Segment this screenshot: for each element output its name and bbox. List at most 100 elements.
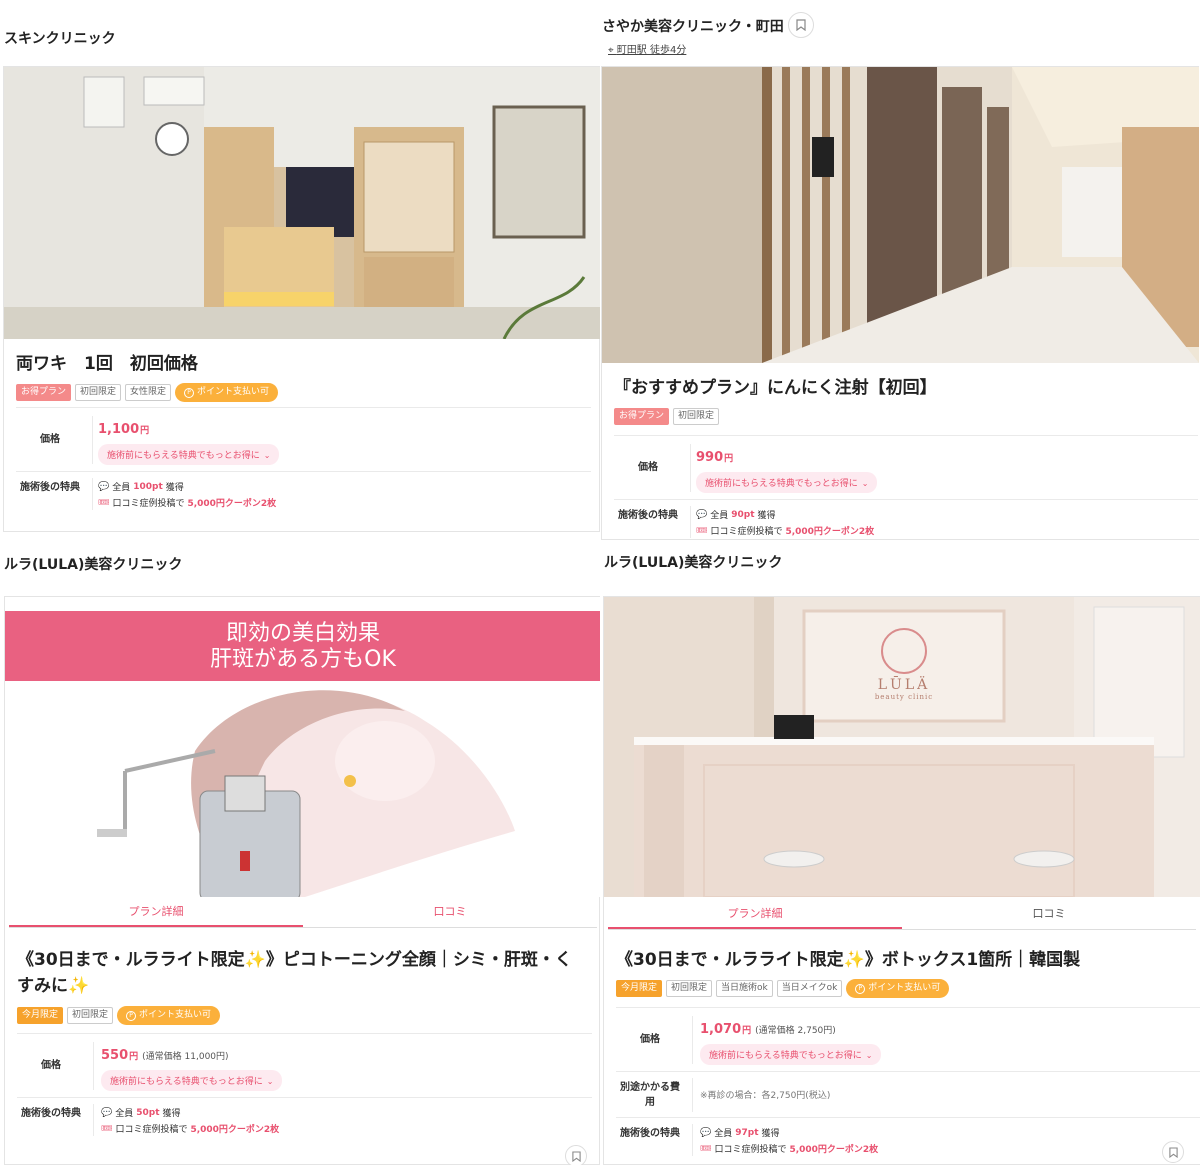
perk-dropdown-button[interactable]: 施術前にもらえる特典でもっとお得に ⌄: [696, 472, 878, 493]
points-value: 100pt: [133, 481, 163, 492]
after-label: 施術後の特典: [21, 1108, 81, 1119]
coupon-prefix: 口コミ症例投稿で: [710, 527, 783, 537]
chat-icon: 💬: [98, 481, 110, 492]
bookmark-button[interactable]: [565, 1145, 587, 1165]
price-label: 価格: [640, 1034, 660, 1045]
bookmark-icon: [571, 1150, 581, 1162]
after-label: 施術後の特典: [20, 482, 80, 493]
divider: [692, 1124, 693, 1156]
coupon-value: 5,000円クーポン2枚: [785, 527, 875, 537]
points-prefix: 全員: [710, 511, 729, 521]
price-label: 価格: [40, 434, 60, 445]
price-row: 価格 550円 (通常価格 11,000円) 施術前にもらえる特典でもっとお得に ⌄: [17, 1033, 592, 1097]
logo-subtext: beauty clinic: [874, 693, 934, 701]
extra-cost-row: 別途かかる費用 ※再診の場合：各2,750円(税込): [616, 1071, 1200, 1117]
after-label: 施術後の特典: [618, 510, 678, 521]
point-payment-tag: P ポイント支払い可: [846, 979, 950, 998]
point-icon: P: [126, 1010, 137, 1021]
extra-cost-label: 別途かかる費用: [620, 1082, 680, 1108]
points-prefix: 全員: [115, 1109, 134, 1119]
divider: [690, 506, 691, 538]
bookmark-icon: [1168, 1146, 1178, 1158]
price-label: 価格: [638, 462, 658, 473]
points-prefix: 全員: [112, 483, 131, 493]
after-perk-row: 施術後の特典 💬 全員 97pt 獲得 🎟 口コミ症例投稿で 5,000円クーポン2枚: [616, 1117, 1200, 1163]
perk-dropdown-button[interactable]: 施術前にもらえる特典でもっとお得に ⌄: [101, 1070, 283, 1091]
price-row: 価格 1,070円 (通常価格 2,750円) 施術前にもらえる特典でもっとお得に…: [616, 1007, 1200, 1071]
points-line: 💬 全員 90pt 獲得: [696, 508, 776, 522]
divider: [692, 1016, 693, 1064]
point-tag-label: ポイント支払い可: [868, 983, 941, 993]
clinic-panel-3: ルラ(LULA)美容クリニック 即効の美白効果 肝斑がある方もOK プラン詳細 …: [0, 540, 600, 1165]
plan-card[interactable]: LŪLÄ beauty clinic プラン詳細 口コミ 《30日まで・ルラライ…: [603, 596, 1200, 1165]
clinic-name[interactable]: ルラ(LULA)美容クリニック: [604, 552, 782, 572]
coupon-line: 🎟 口コミ症例投稿で 5,000円クーポン2枚: [101, 1122, 280, 1136]
plan-tags: 今月限定 初回限定 P ポイント支払い可: [17, 1006, 221, 1025]
price-label: 価格: [41, 1060, 61, 1071]
yen-unit: 円: [724, 454, 734, 464]
tag: 初回限定: [666, 980, 713, 997]
coupon-value: 5,000円クーポン2枚: [190, 1125, 280, 1135]
bookmark-button[interactable]: [1162, 1141, 1184, 1163]
chevron-down-icon: ⌄: [266, 1077, 274, 1086]
plan-card[interactable]: 両ワキ 1回 初回価格 お得プラン 初回限定 女性限定 P ポイント支払い可 価格…: [3, 66, 600, 532]
plan-title[interactable]: 『おすすめプラン』にんにく注射【初回】: [614, 375, 937, 401]
bookmark-button[interactable]: [788, 12, 814, 38]
tab-reviews[interactable]: 口コミ: [303, 903, 597, 927]
tab-plan-details[interactable]: プラン詳細: [9, 903, 303, 927]
perk-label: 施術前にもらえる特典でもっとお得に: [107, 451, 260, 461]
yen-unit: 円: [140, 426, 150, 436]
promo-headline: 即効の美白効果 肝斑がある方もOK: [5, 621, 600, 673]
point-icon: P: [855, 983, 866, 994]
price-row: 価格 990円 施術前にもらえる特典でもっとお得に ⌄: [614, 435, 1198, 499]
clinic-name[interactable]: ルラ(LULA)美容クリニック: [4, 554, 182, 574]
clinic-name[interactable]: さやか美容クリニック・町田: [602, 16, 784, 36]
tag: 初回限定: [75, 384, 122, 401]
coupon-line: 🎟 口コミ症例投稿で 5,000円クーポン2枚: [98, 496, 277, 510]
after-perk-row: 施術後の特典 💬 全員 90pt 獲得 🎟 口コミ症例投稿で 5,000円クーポン2枚: [614, 499, 1198, 539]
points-line: 💬 全員 50pt 獲得: [101, 1106, 181, 1120]
tag: 女性限定: [125, 384, 172, 401]
price-value: 990円: [696, 450, 733, 465]
promo-line-2: 肝斑がある方もOK: [210, 647, 396, 672]
coupon-value: 5,000円クーポン2枚: [789, 1145, 879, 1155]
points-suffix: 獲得: [757, 511, 776, 521]
clinic-name[interactable]: スキンクリニック: [4, 28, 116, 48]
points-suffix: 獲得: [761, 1129, 780, 1139]
tab-plan-details[interactable]: プラン詳細: [608, 905, 902, 929]
perk-dropdown-button[interactable]: 施術前にもらえる特典でもっとお得に ⌄: [98, 444, 280, 465]
coupon-icon: 🎟: [98, 497, 110, 508]
plan-tabs: プラン詳細 口コミ: [9, 903, 597, 928]
coupon-value: 5,000円クーポン2枚: [187, 499, 277, 509]
point-payment-tag: P ポイント支払い可: [175, 383, 279, 402]
divider: [93, 1104, 94, 1136]
perk-label: 施術前にもらえる特典でもっとお得に: [110, 1077, 263, 1087]
tab-reviews[interactable]: 口コミ: [902, 905, 1196, 929]
coupon-prefix: 口コミ症例投稿で: [112, 499, 185, 509]
after-label: 施術後の特典: [620, 1128, 680, 1139]
chat-icon: 💬: [101, 1107, 113, 1118]
points-line: 💬 全員 100pt 獲得: [98, 480, 184, 494]
perk-label: 施術前にもらえる特典でもっとお得に: [709, 1051, 862, 1061]
plan-title[interactable]: 両ワキ 1回 初回価格: [16, 351, 198, 377]
perk-dropdown-button[interactable]: 施術前にもらえる特典でもっとお得に ⌄: [700, 1044, 882, 1065]
plan-card[interactable]: 『おすすめプラン』にんにく注射【初回】 お得プラン 初回限定 価格 990円 施…: [601, 66, 1199, 540]
price-amount: 1,100: [98, 422, 140, 437]
clinic-reception-photo: LŪLÄ beauty clinic: [604, 597, 1200, 897]
chat-icon: 💬: [700, 1127, 712, 1138]
tag: 初回限定: [67, 1007, 114, 1024]
access-link[interactable]: ⌖ 町田駅 徒歩4分: [608, 41, 686, 56]
coupon-prefix: 口コミ症例投稿で: [714, 1145, 787, 1155]
after-perk-row: 施術後の特典 💬 全員 50pt 獲得 🎟 口コミ症例投稿で 5,000円クーポン2枚: [17, 1097, 592, 1141]
point-tag-label: ポイント支払い可: [139, 1010, 212, 1020]
coupon-icon: 🎟: [696, 525, 708, 536]
coupon-icon: 🎟: [700, 1143, 712, 1154]
points-value: 50pt: [136, 1107, 160, 1118]
points-line: 💬 全員 97pt 獲得: [700, 1126, 780, 1140]
access-text: 町田駅 徒歩4分: [616, 45, 687, 56]
plan-title[interactable]: 《30日まで・ルラライト限定✨》ボトックス1箇所｜韓国製: [616, 947, 1186, 973]
plan-card[interactable]: 即効の美白効果 肝斑がある方もOK プラン詳細 口コミ 《30日まで・ルラライト…: [4, 596, 600, 1165]
extra-cost-note: ※再診の場合：各2,750円(税込): [700, 1091, 831, 1101]
point-tag-label: ポイント支払い可: [197, 387, 270, 397]
plan-title[interactable]: 《30日まで・ルラライト限定✨》ピコトーニング全顔｜シミ・肝斑・くすみに✨: [17, 947, 587, 999]
